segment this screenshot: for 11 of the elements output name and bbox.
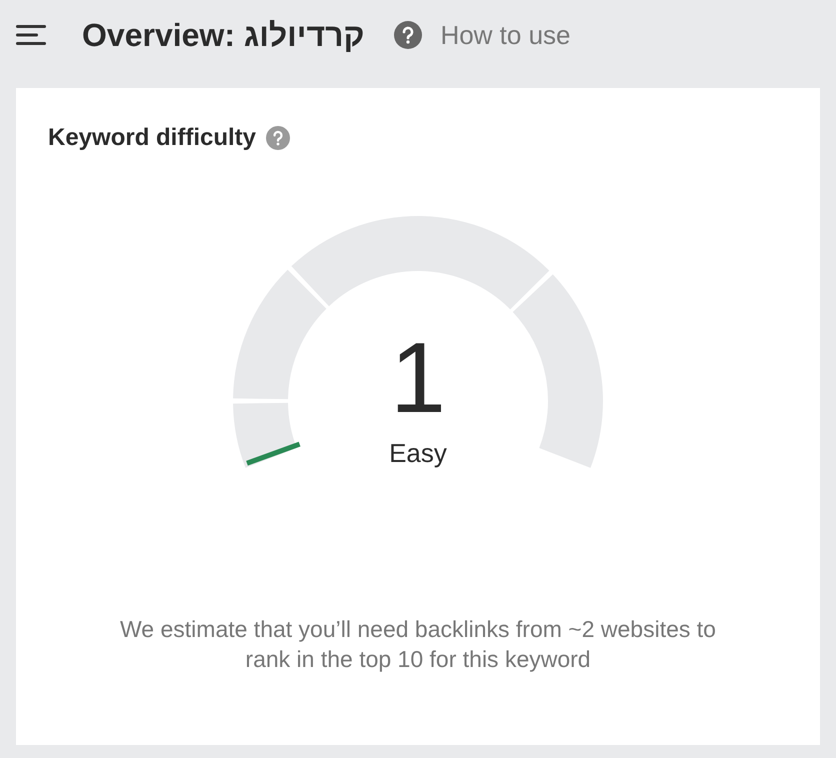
gauge-marker (246, 442, 300, 466)
card-title: Keyword difficulty (48, 124, 256, 152)
difficulty-rating: Easy (388, 438, 448, 469)
description-text: We estimate that you’ll need backlinks from ~2 websites to rank in the top 10 for this keyword (119, 615, 717, 674)
gauge-segment (233, 402, 297, 468)
menu-icon[interactable] (16, 24, 48, 46)
page-title: Overview: קרדיולוג (82, 16, 364, 54)
help-icon[interactable] (394, 21, 422, 49)
difficulty-score: 1 (389, 328, 447, 428)
how-to-use-link[interactable]: How to use (440, 20, 571, 50)
help-icon[interactable] (266, 126, 290, 150)
